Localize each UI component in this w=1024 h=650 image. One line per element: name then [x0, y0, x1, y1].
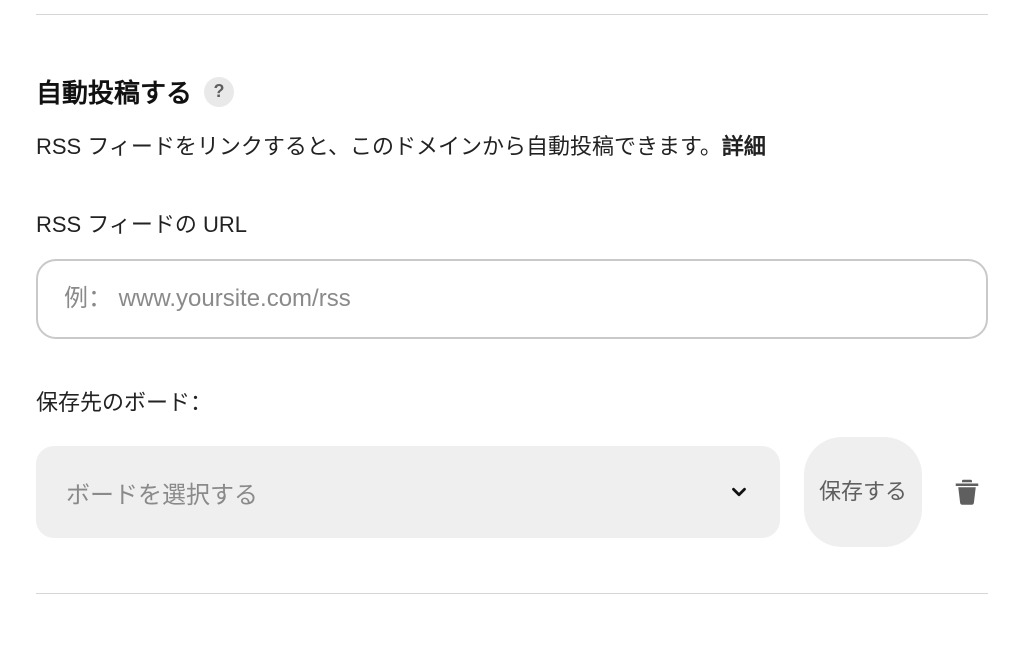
delete-button[interactable]: [946, 470, 988, 515]
bottom-divider: [36, 593, 988, 594]
heading-row: 自動投稿する ?: [36, 73, 988, 110]
trash-icon: [952, 476, 982, 509]
board-select-placeholder: ボードを選択する: [66, 475, 258, 510]
chevron-down-icon: [728, 481, 750, 503]
board-select[interactable]: ボードを選択する: [36, 446, 780, 538]
rss-url-input[interactable]: [36, 259, 988, 339]
description-text: RSS フィードをリンクすると、このドメインから自動投稿できます。: [36, 134, 722, 159]
section-description: RSS フィードをリンクすると、このドメインから自動投稿できます。詳細: [36, 130, 988, 163]
auto-post-section: 自動投稿する ? RSS フィードをリンクすると、このドメインから自動投稿できま…: [36, 29, 988, 547]
details-link[interactable]: 詳細: [722, 134, 766, 159]
top-divider: [36, 14, 988, 15]
save-button[interactable]: 保存する: [804, 437, 922, 547]
section-heading: 自動投稿する: [36, 73, 192, 110]
board-label: 保存先のボード：: [36, 385, 988, 417]
help-icon[interactable]: ?: [204, 77, 234, 107]
rss-url-label: RSS フィードの URL: [36, 207, 988, 239]
board-row: ボードを選択する 保存する: [36, 437, 988, 547]
